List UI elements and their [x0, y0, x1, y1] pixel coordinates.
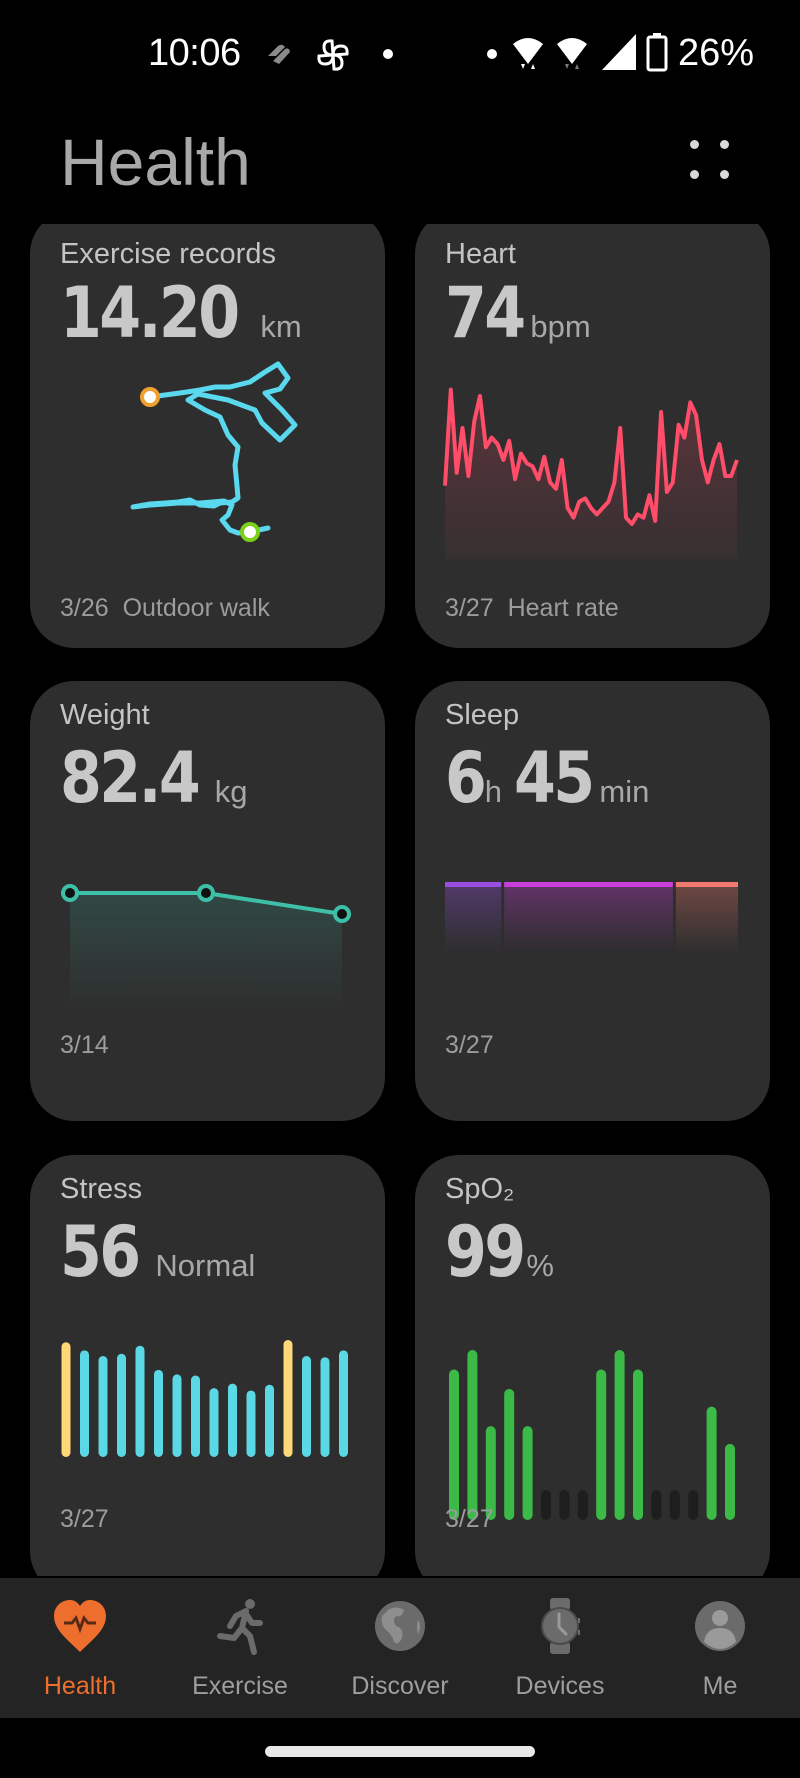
nav-label: Discover [351, 1672, 449, 1700]
weight-card[interactable]: Weight 82.4 kg 3/14 [30, 681, 385, 1121]
spo2-empty-bar [669, 1490, 680, 1520]
stress-bar [283, 1340, 293, 1457]
spo2-empty-bar [559, 1490, 570, 1520]
stress-bar [117, 1353, 126, 1457]
spo2-date: 3/27 [445, 1505, 494, 1533]
health-app-icon [268, 44, 290, 64]
cell-signal-icon [602, 34, 636, 70]
exercise-footer: 3/26 Outdoor walk [60, 594, 270, 623]
stress-bar [302, 1356, 311, 1457]
nav-label: Health [43, 1672, 117, 1700]
spo2-bar [725, 1443, 735, 1520]
heart-footer: 3/27 Heart rate [445, 594, 619, 623]
sleep-stage-bar [445, 882, 502, 887]
grid-dots-icon[interactable] [686, 138, 736, 188]
spo2-bar [504, 1388, 515, 1520]
stress-bar [80, 1350, 89, 1457]
dot-icon [383, 49, 393, 59]
weight-point [333, 905, 351, 923]
running-icon [217, 1599, 263, 1655]
battery-icon [646, 33, 668, 72]
sleep-stage-bar [675, 882, 738, 887]
spo2-bar [449, 1369, 459, 1520]
spo2-empty-bar [651, 1490, 662, 1520]
spo2-empty-bar [688, 1490, 699, 1520]
sleep-date: 3/27 [445, 1031, 494, 1059]
sleep-stage-block [504, 882, 673, 952]
nav-tab-health[interactable]: Health [0, 1578, 160, 1718]
nav-tab-exercise[interactable]: Exercise [160, 1578, 320, 1718]
exercise-records-card[interactable]: Exercise records 14.20 km 3/26 Outdoor wa… [30, 224, 385, 648]
stress-bar [135, 1345, 145, 1457]
stress-bar [246, 1390, 256, 1457]
watch-icon [541, 1598, 580, 1654]
bottom-nav: Health Exercise Discover Devices Me [0, 1578, 800, 1718]
stress-card[interactable]: Stress 56 Normal 3/27 [30, 1155, 385, 1576]
spo2-card[interactable]: SpO₂ 99% 3/27 [415, 1155, 770, 1576]
battery-percent: 26% [678, 32, 755, 74]
heart-rate-chart [443, 387, 739, 560]
home-gesture-bar[interactable] [265, 1746, 535, 1757]
nav-label: Devices [515, 1672, 605, 1700]
heart-rate-area [445, 389, 737, 560]
exercise-activity: Outdoor walk [122, 594, 270, 622]
spo2-empty-bar [577, 1490, 588, 1520]
stress-bar [98, 1356, 108, 1457]
nav-tab-discover[interactable]: Discover [320, 1578, 480, 1718]
weight-area [70, 893, 342, 1011]
stress-bar [154, 1369, 163, 1457]
stress-bar [320, 1357, 330, 1457]
route-map [130, 361, 298, 542]
sleep-stage-bar [504, 882, 673, 887]
weight-date: 3/14 [60, 1031, 109, 1059]
nav-label: Exercise [192, 1672, 288, 1700]
heart-card[interactable]: Heart 74 bpm 3/27 Heart rate [415, 224, 770, 648]
spo2-bar [633, 1369, 643, 1520]
nav-tab-me[interactable]: Me [640, 1578, 800, 1718]
sleep-stage-block [675, 882, 738, 952]
cards-scroll-area[interactable]: Exercise records 14.20 km 3/26 Outdoor wa… [0, 224, 800, 1576]
stress-bar [191, 1375, 200, 1457]
stress-date: 3/27 [60, 1505, 109, 1533]
nav-tab-devices[interactable]: Devices [480, 1578, 640, 1718]
wifi-icon [557, 38, 587, 69]
app-header: Health [0, 110, 800, 224]
status-time: 10:06 [148, 32, 241, 74]
stress-bar [209, 1388, 219, 1457]
heart-pulse-icon [54, 1600, 106, 1652]
person-icon [695, 1601, 745, 1651]
spo2-bar [614, 1350, 625, 1520]
stress-bar [265, 1384, 274, 1457]
globe-icon [375, 1601, 425, 1651]
sleep-stage-block [445, 882, 502, 952]
page-title: Health [60, 125, 251, 199]
stress-bar [172, 1374, 182, 1457]
route-end-marker [240, 522, 260, 542]
spo2-empty-bar [541, 1490, 551, 1520]
heart-label: Heart rate [507, 594, 619, 622]
spo2-bar [706, 1406, 717, 1520]
exercise-date: 3/26 [60, 594, 109, 622]
status-bar: 10:06 26% [0, 0, 800, 110]
spo2-bar [596, 1369, 607, 1520]
stress-bar [61, 1342, 71, 1457]
stress-bar [228, 1383, 237, 1457]
route-path [130, 361, 298, 536]
weight-point [61, 884, 79, 902]
weight-point [197, 884, 215, 902]
spo2-bar [467, 1350, 478, 1520]
stress-bar [339, 1350, 348, 1457]
route-start-marker [140, 387, 160, 407]
heart-date: 3/27 [445, 594, 494, 622]
dot-icon [487, 49, 497, 59]
pinwheel-icon [317, 39, 349, 71]
sleep-card[interactable]: Sleep 6h 45 min 3/27 [415, 681, 770, 1121]
nav-label: Me [702, 1672, 738, 1700]
spo2-bar [522, 1426, 533, 1520]
wifi-icon [513, 38, 543, 69]
